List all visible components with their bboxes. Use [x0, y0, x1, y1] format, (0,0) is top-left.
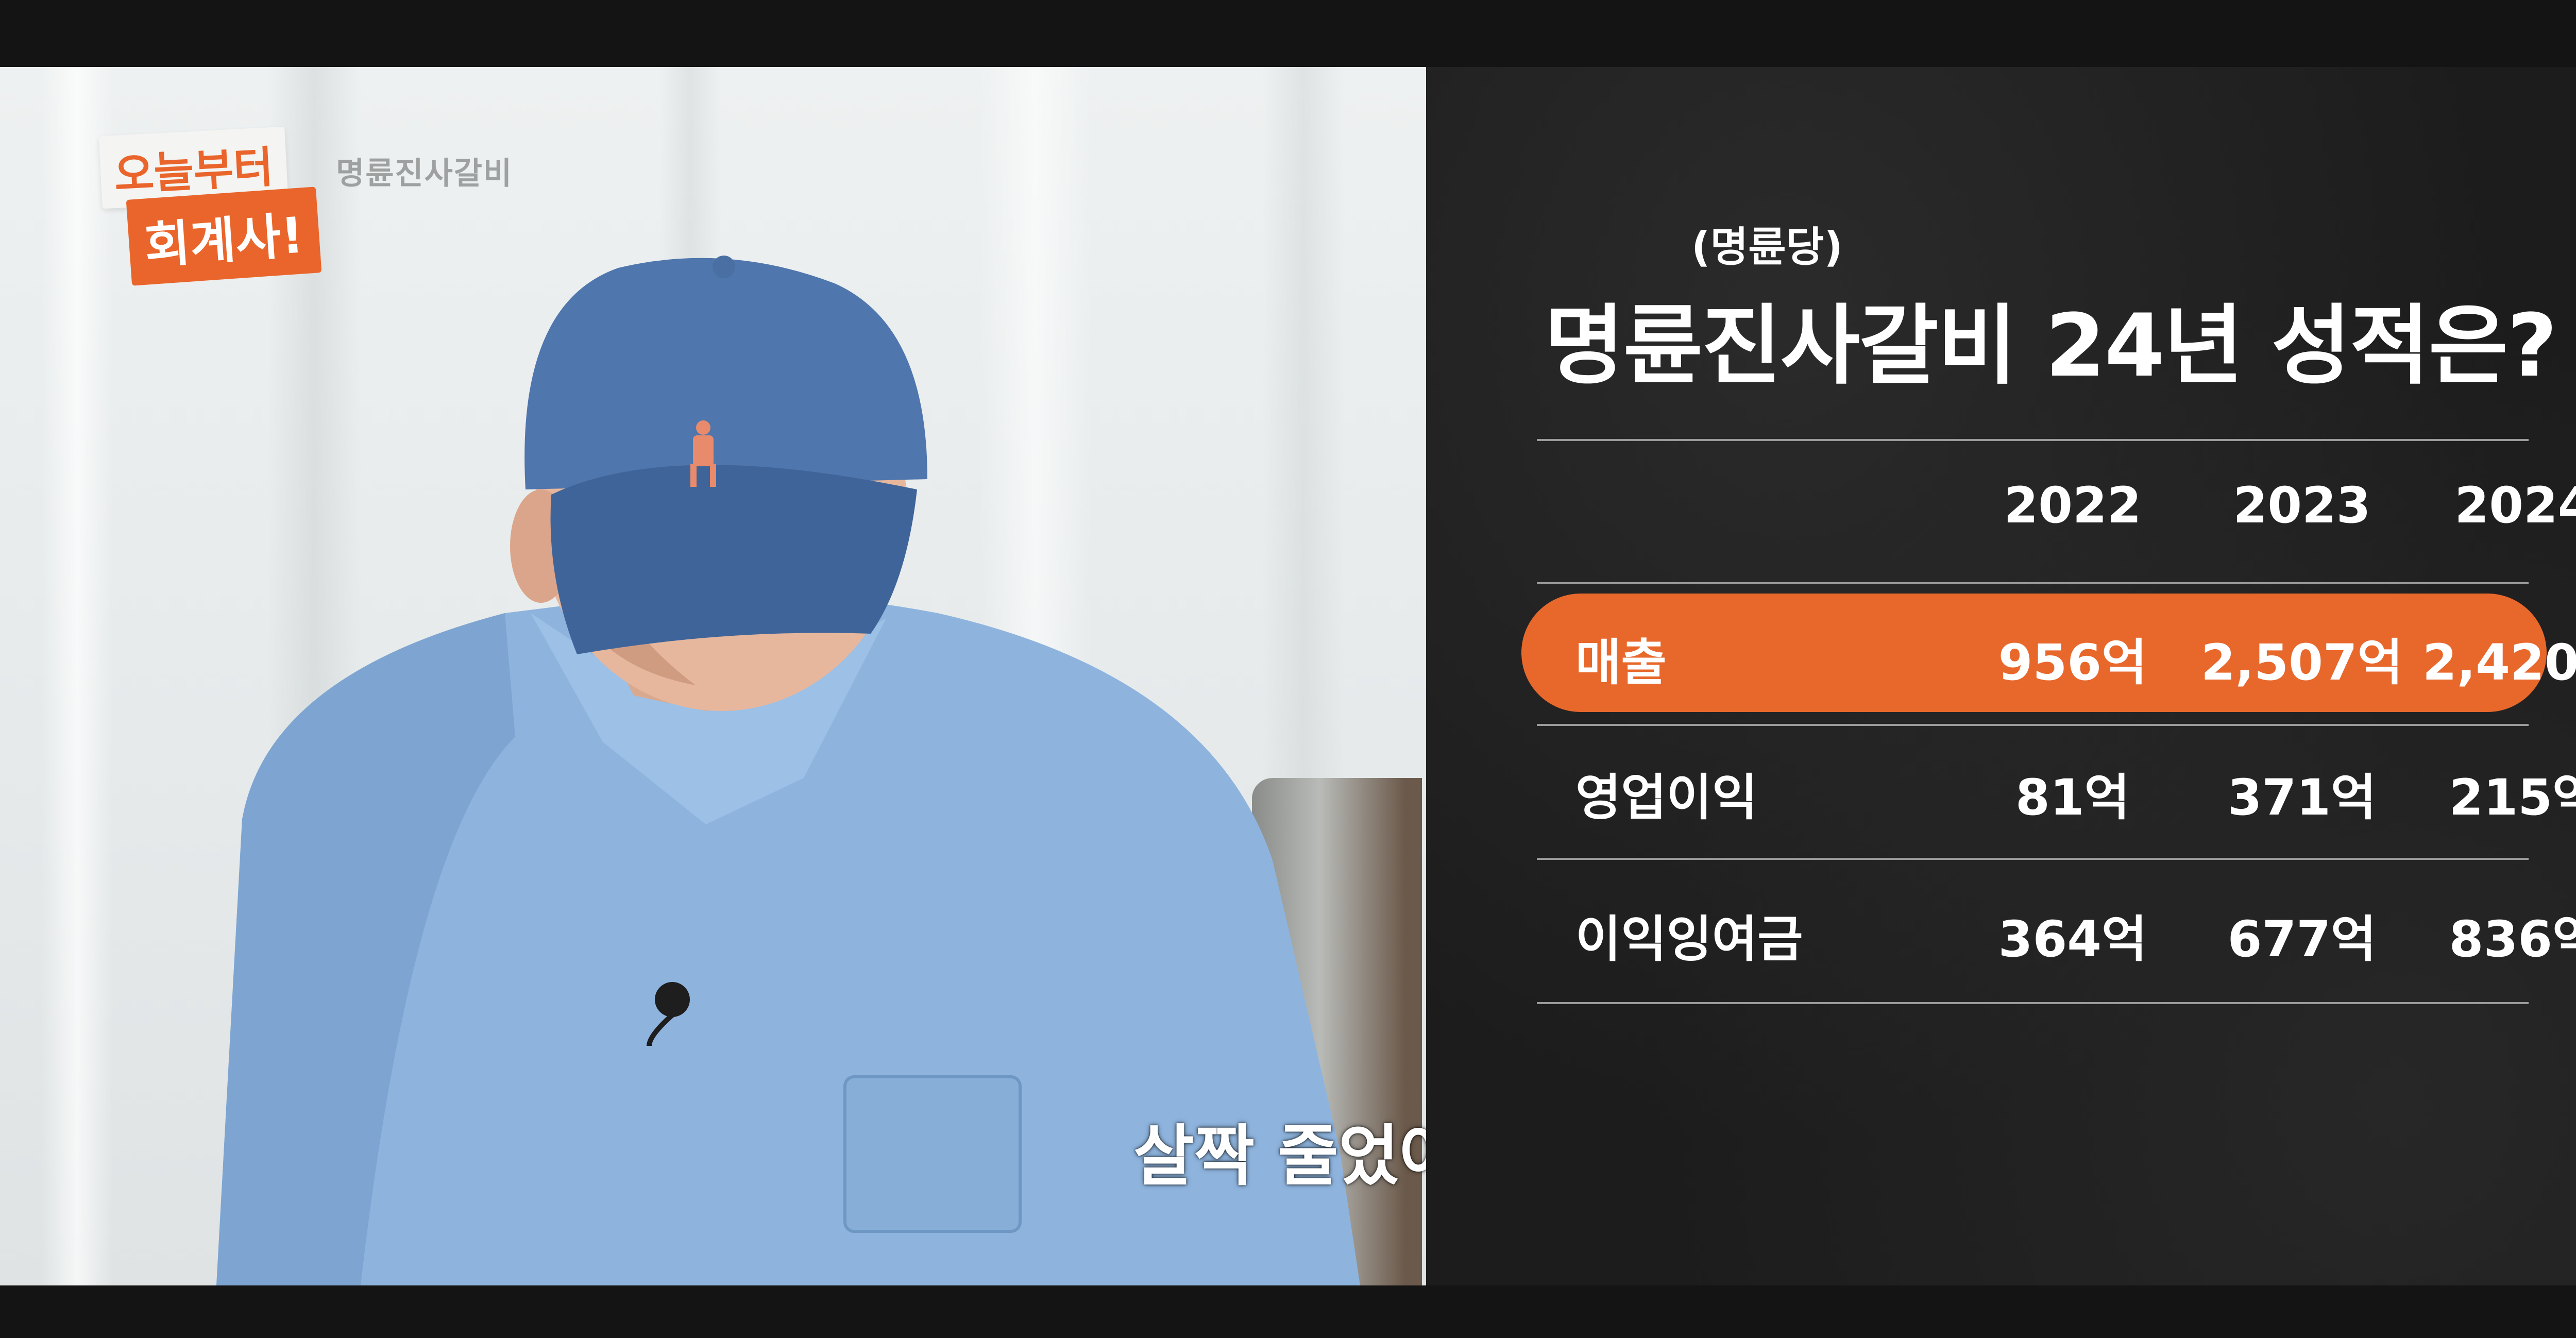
year-header: 2022 [2004, 477, 2142, 534]
channel-logo: 오늘부터 회계사! [88, 118, 325, 286]
operating-profit-value: 371억 [2227, 769, 2377, 826]
table-divider [1537, 858, 2529, 860]
row-label-operating-profit: 영업이익 [1575, 769, 1758, 826]
infographic-panel: (명륜당) 명륜진사갈비 24년 성적은? 2022 2023 2024 매출 … [1426, 67, 2576, 1285]
retained-earnings-value: 836억 [2449, 910, 2576, 968]
revenue-value: 956억 [1998, 634, 2147, 691]
retained-earnings-value: 364억 [1998, 910, 2147, 968]
cap-brim [550, 465, 917, 654]
watermark-text: 명륜진사갈비 [336, 156, 513, 192]
caption-subtitle: 살짝 줄었어요 [1133, 1118, 1426, 1195]
lapel-mic [655, 982, 690, 1017]
row-label-revenue: 매출 [1575, 634, 1667, 691]
year-header: 2023 [2233, 477, 2371, 534]
operating-profit-value: 215억 [2449, 769, 2576, 826]
year-header: 2024 [2454, 477, 2576, 534]
infographic-title: 명륜진사갈비 24년 성적은? [1545, 295, 2557, 396]
shirt-pocket [843, 1075, 1022, 1233]
table-divider [1537, 724, 2529, 726]
revenue-value: 2,507억 [2201, 634, 2403, 691]
table-divider [1537, 1002, 2529, 1004]
row-label-retained-earnings: 이익잉여금 [1575, 910, 1803, 968]
retained-earnings-value: 677억 [2227, 910, 2377, 968]
table-divider [1537, 582, 2529, 584]
logo-line2: 회계사! [126, 187, 322, 286]
revenue-value: 2,420억 [2422, 634, 2576, 691]
cap-button [713, 256, 735, 278]
video-frame: 오늘부터 회계사! 명륜진사갈비 살짝 줄었어요 (명륜당) 명륜진사갈비 24… [0, 67, 2576, 1285]
company-subheading: (명륜당) [1691, 223, 1843, 271]
operating-profit-value: 81억 [2015, 769, 2130, 826]
table-divider [1537, 439, 2529, 441]
video-photo: 오늘부터 회계사! 명륜진사갈비 살짝 줄었어요 [0, 67, 1426, 1285]
cap-crown [524, 258, 927, 489]
